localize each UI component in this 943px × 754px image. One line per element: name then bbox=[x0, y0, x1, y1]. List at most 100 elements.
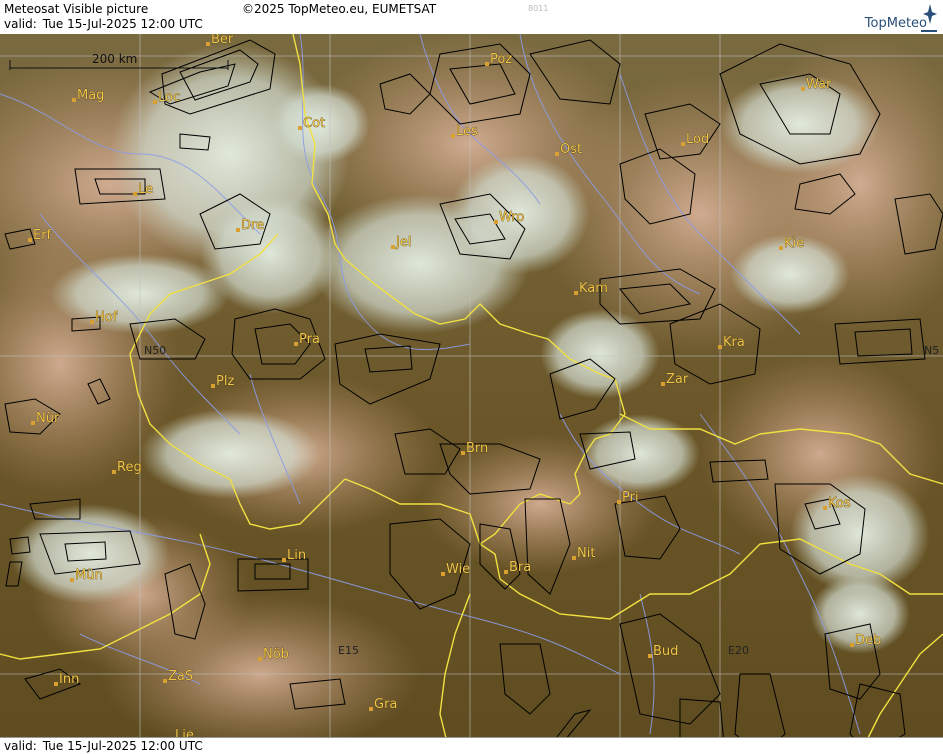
grid-label-n50-left: N50 bbox=[144, 344, 166, 357]
city-dot bbox=[801, 87, 805, 91]
city-dot bbox=[206, 42, 210, 46]
city-dot bbox=[282, 558, 286, 562]
city-label: Ber bbox=[211, 34, 234, 47]
city-dot bbox=[779, 246, 783, 250]
city-label: War bbox=[806, 77, 832, 92]
city-marker[interactable]: Ber bbox=[206, 34, 234, 47]
city-marker[interactable]: Wro bbox=[494, 210, 525, 225]
city-label: Bud bbox=[653, 644, 678, 659]
city-marker[interactable]: Hof bbox=[90, 310, 118, 325]
city-dot bbox=[661, 382, 665, 386]
city-dot bbox=[718, 345, 722, 349]
city-dot bbox=[298, 126, 302, 130]
city-marker[interactable]: Kam bbox=[574, 281, 608, 296]
valid-time-value: Tue 15-Jul-2025 12:00 UTC bbox=[42, 17, 203, 31]
city-dot bbox=[28, 238, 32, 242]
city-marker[interactable]: Bud bbox=[648, 644, 679, 659]
city-label: Nür bbox=[36, 411, 60, 426]
city-label: Lin bbox=[287, 548, 306, 563]
city-dot bbox=[163, 679, 167, 683]
city-dot bbox=[572, 556, 576, 560]
city-dot bbox=[72, 98, 76, 102]
city-marker[interactable]: War bbox=[801, 77, 832, 92]
city-marker[interactable]: Bra bbox=[504, 560, 532, 575]
city-marker[interactable]: Mün bbox=[70, 568, 103, 583]
city-dot bbox=[617, 500, 621, 504]
city-label: Kie bbox=[784, 236, 804, 251]
city-dot bbox=[648, 654, 652, 658]
city-dot bbox=[441, 572, 445, 576]
city-label: Zar bbox=[666, 372, 689, 387]
city-label: Dre bbox=[241, 218, 264, 233]
valid-time-top: valid: Tue 15-Jul-2025 12:00 UTC bbox=[4, 17, 203, 31]
city-label: Deb bbox=[855, 633, 881, 648]
city-marker[interactable]: Dre bbox=[236, 218, 264, 233]
city-dot bbox=[823, 506, 827, 510]
city-label: Poz bbox=[490, 52, 512, 67]
city-dot bbox=[133, 192, 137, 196]
city-marker[interactable]: Loc bbox=[153, 90, 180, 105]
city-dot bbox=[153, 100, 157, 104]
city-marker[interactable]: Mag bbox=[72, 88, 105, 103]
city-marker[interactable]: Nür bbox=[31, 411, 60, 426]
city-dot bbox=[236, 228, 240, 232]
city-dot bbox=[681, 142, 685, 146]
city-label: Nit bbox=[577, 546, 595, 561]
city-dot bbox=[461, 451, 465, 455]
city-dot bbox=[391, 245, 395, 249]
header-bar: Meteosat Visible picture ©2025 TopMeteo.… bbox=[0, 0, 943, 35]
city-dot bbox=[90, 320, 94, 324]
city-marker[interactable]: Kra bbox=[718, 335, 745, 350]
city-label: Kra bbox=[723, 335, 745, 350]
city-label: Reg bbox=[117, 460, 142, 475]
city-dot bbox=[31, 421, 35, 425]
city-marker[interactable]: Gra bbox=[369, 697, 398, 712]
city-dot bbox=[70, 578, 74, 582]
city-marker[interactable]: Reg bbox=[112, 460, 142, 475]
city-dot bbox=[211, 384, 215, 388]
city-dot bbox=[850, 643, 854, 647]
city-marker[interactable]: Deb bbox=[850, 633, 882, 648]
city-marker[interactable]: Ost bbox=[555, 142, 582, 157]
grid-label-e20: E20 bbox=[728, 644, 749, 657]
city-label: Mag bbox=[77, 88, 104, 103]
city-label: Lod bbox=[686, 132, 709, 147]
grid-label-n50-right: N5 bbox=[924, 344, 939, 357]
logo-star-icon bbox=[921, 4, 937, 32]
footer-bar: valid: Tue 15-Jul-2025 12:00 UTC bbox=[0, 737, 943, 754]
city-dot bbox=[504, 570, 508, 574]
city-label: Pri bbox=[622, 490, 639, 505]
city-marker[interactable]: Lod bbox=[681, 132, 710, 147]
city-label: Hof bbox=[95, 310, 118, 325]
city-dot bbox=[485, 62, 489, 66]
city-label: Brn bbox=[466, 441, 488, 456]
city-dot bbox=[258, 657, 262, 661]
city-marker[interactable]: Les bbox=[451, 124, 478, 139]
topmeteo-logo: TopMeteo bbox=[829, 2, 939, 32]
city-label: Le bbox=[138, 182, 153, 197]
map-frame: Meteosat Visible picture ©2025 TopMeteo.… bbox=[0, 0, 943, 754]
city-marker[interactable]: ZaS bbox=[163, 669, 193, 684]
city-marker[interactable]: Nöb bbox=[258, 647, 289, 662]
valid-time-bottom: valid: Tue 15-Jul-2025 12:00 UTC bbox=[4, 739, 203, 753]
grid-label-e15: E15 bbox=[338, 644, 359, 657]
city-dot bbox=[494, 220, 498, 224]
valid-time-value: Tue 15-Jul-2025 12:00 UTC bbox=[42, 739, 203, 753]
city-dot bbox=[54, 682, 58, 686]
city-label: Pra bbox=[299, 332, 320, 347]
city-marker[interactable]: Wie bbox=[441, 562, 470, 577]
city-label: Ost bbox=[560, 142, 582, 157]
city-marker[interactable]: Zar bbox=[661, 372, 689, 387]
city-label: Loc bbox=[158, 90, 180, 105]
city-dot bbox=[369, 707, 373, 711]
city-marker[interactable]: Kos bbox=[823, 496, 851, 511]
city-label: Kam bbox=[579, 281, 608, 296]
city-dot bbox=[112, 470, 116, 474]
city-marker[interactable]: Poz bbox=[485, 52, 513, 67]
city-marker[interactable]: Cot bbox=[298, 116, 325, 131]
satellite-map[interactable]: N50 N5 E15 E20 Ber Poz War Mag Loc Cot Les Ost L… bbox=[0, 34, 943, 754]
city-marker[interactable]: Brn bbox=[461, 441, 489, 456]
scale-bar-label: 200 km bbox=[92, 52, 138, 66]
city-label: Jel bbox=[395, 235, 411, 250]
city-label: Inn bbox=[59, 672, 79, 687]
